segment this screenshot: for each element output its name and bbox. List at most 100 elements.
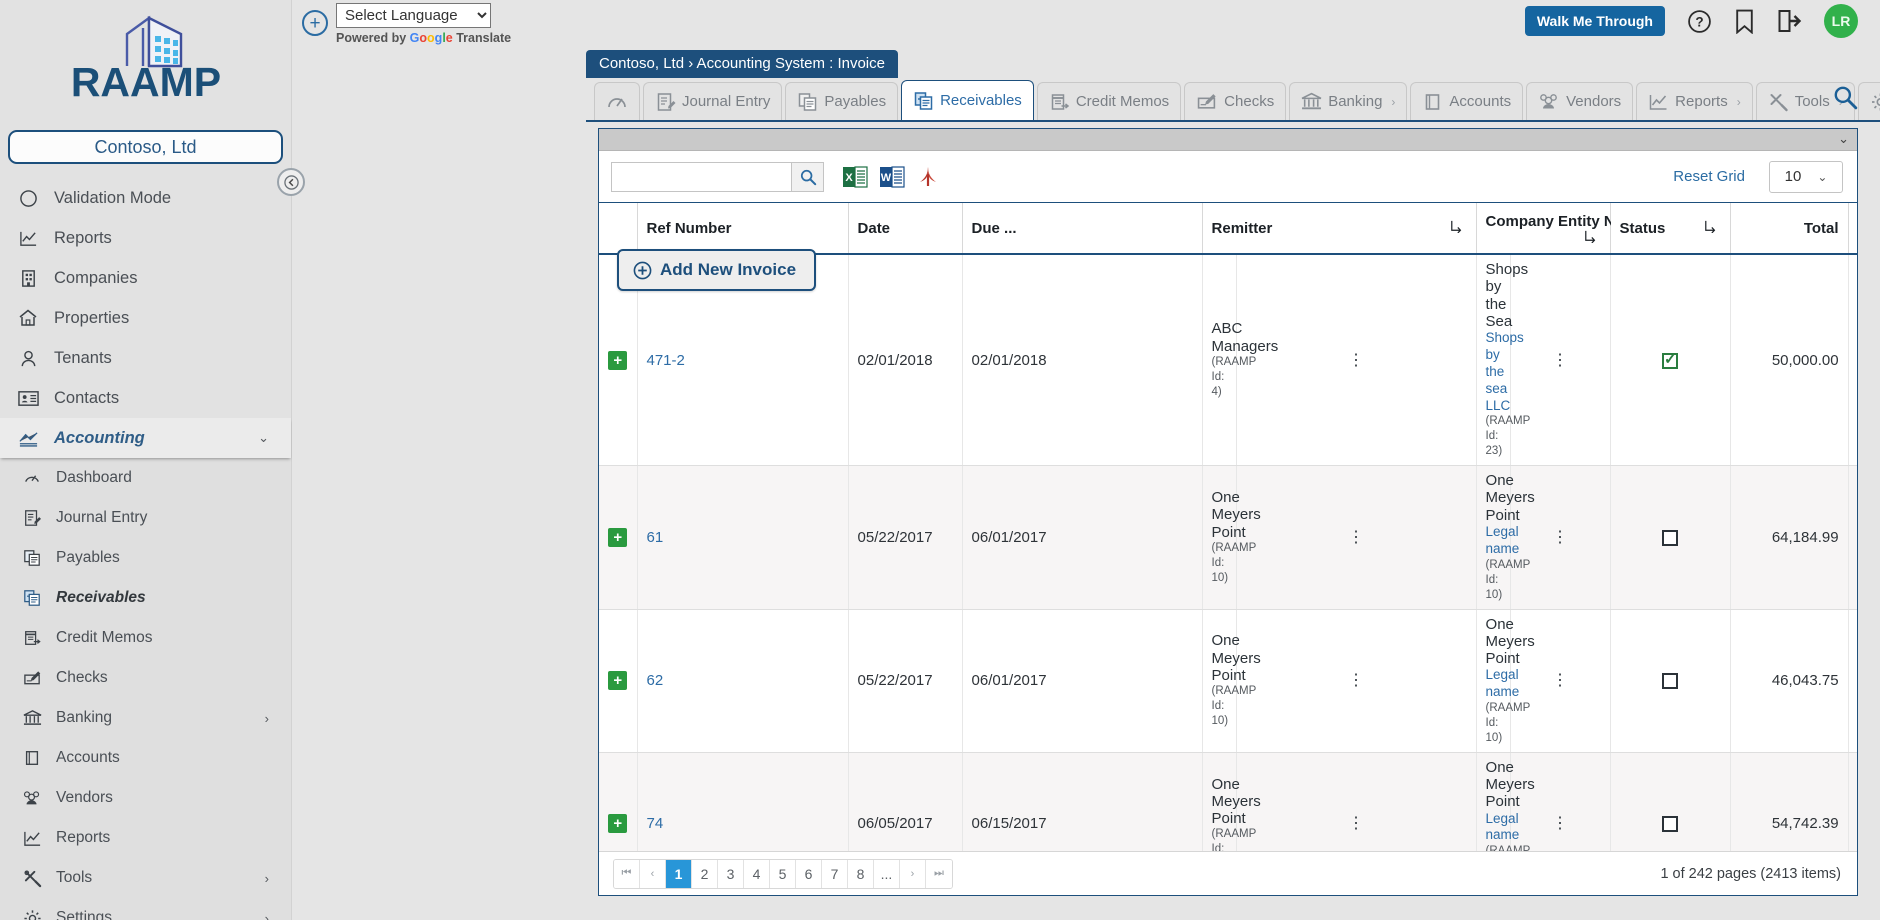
entity-kebab-menu[interactable]: ⋮ [1552,815,1568,832]
sidebar-item-payables[interactable]: Payables [0,538,291,578]
ref-number-link[interactable]: 471-2 [647,352,685,369]
pager-prev[interactable]: ‹ [640,859,666,888]
remitter-kebab-menu[interactable]: ⋮ [1348,672,1364,689]
tab-payables[interactable]: Payables [785,82,899,120]
sidebar-collapse-button[interactable] [277,168,305,196]
search-input[interactable] [611,161,791,192]
ref-number-link[interactable]: 74 [647,815,664,832]
global-search-icon[interactable] [1832,84,1858,115]
tab-receivables[interactable]: Receivables [901,80,1034,120]
col-due-date[interactable]: Due ... [962,203,1203,255]
tab-reports[interactable]: Reports › [1636,82,1753,120]
tab-vendors[interactable]: Vendors [1526,82,1634,120]
pager-page-2[interactable]: 2 [692,859,718,888]
pager-page-8[interactable]: 8 [848,859,874,888]
pager-next[interactable]: › [900,859,926,888]
status-cell[interactable] [1610,465,1731,610]
status-checkbox[interactable] [1662,350,1679,369]
pager-page-6[interactable]: 6 [796,859,822,888]
col-ref-number[interactable]: Ref Number [637,203,849,255]
entity-kebab-menu[interactable]: ⋮ [1552,352,1568,369]
status-checkbox[interactable] [1662,529,1679,546]
entity-kebab-menu[interactable]: ⋮ [1552,529,1568,546]
status-checkbox[interactable] [1662,816,1679,833]
expand-row-button[interactable]: + [608,814,628,834]
question-circle-icon[interactable]: ? [1687,9,1712,34]
walk-me-through-button[interactable]: Walk Me Through [1524,6,1665,36]
remitter-menu-cell[interactable]: ⋮ [1236,254,1477,467]
chevron-right-icon[interactable]: › [265,911,269,920]
tab-checks[interactable]: Checks [1184,82,1287,120]
chevron-down-icon[interactable]: ⌄ [258,430,269,446]
sort-icon[interactable] [1449,220,1462,233]
sidebar-item-dashboard[interactable]: Dashboard [0,458,291,498]
avatar[interactable]: LR [1824,4,1858,38]
entity-menu-cell[interactable]: ⋮ [1510,465,1611,610]
pager-page-4[interactable]: 4 [744,859,770,888]
remitter-menu-cell[interactable]: ⋮ [1236,752,1477,851]
expand-cell[interactable]: + [599,752,638,851]
remitter-kebab-menu[interactable]: ⋮ [1348,352,1364,369]
sidebar-item-receivables[interactable]: Receivables [0,578,291,618]
ref-number-cell[interactable]: 62 [637,609,849,753]
expand-plus-icon[interactable]: + [302,10,328,36]
table-row[interactable]: +74 06/05/2017 06/15/2017 One Meyers Point(… [599,752,1857,851]
sidebar-item-companies[interactable]: Companies [0,258,291,298]
entity-menu-cell[interactable]: ⋮ [1510,609,1611,753]
tab-banking[interactable]: Banking › [1289,82,1408,120]
pager-page-5[interactable]: 5 [770,859,796,888]
remitter-kebab-menu[interactable]: ⋮ [1348,529,1364,546]
pager-page-1[interactable]: 1 [666,859,692,888]
entity-menu-cell[interactable]: ⋮ [1510,752,1611,851]
sidebar-item-settings[interactable]: Settings › [0,898,291,920]
pager-last[interactable]: ⏭ [926,859,952,888]
ref-number-cell[interactable]: 74 [637,752,849,851]
search-button[interactable] [791,161,824,192]
expand-cell[interactable]: + [599,465,638,610]
col-open[interactable]: Open [1848,203,1857,255]
logout-icon[interactable] [1777,9,1802,33]
remitter-menu-cell[interactable]: ⋮ [1236,609,1477,753]
company-selector[interactable]: Contoso, Ltd [8,130,283,164]
ref-number-cell[interactable]: 61 [637,465,849,610]
chevron-right-icon[interactable]: › [1391,95,1395,109]
chevron-right-icon[interactable]: › [1737,95,1741,109]
status-cell[interactable] [1610,609,1731,753]
pager-page-7[interactable]: 7 [822,859,848,888]
remitter-kebab-menu[interactable]: ⋮ [1348,815,1364,832]
status-checkbox[interactable] [1662,673,1679,690]
pager-page-3[interactable]: 3 [718,859,744,888]
sidebar-item-properties[interactable]: Properties [0,298,291,338]
status-cell[interactable] [1610,752,1731,851]
col-status[interactable]: Status [1610,203,1731,255]
excel-export-icon[interactable]: X [842,164,868,190]
ref-number-link[interactable]: 61 [647,529,664,546]
expand-row-button[interactable]: + [608,350,628,370]
chevron-right-icon[interactable]: › [265,711,269,726]
sidebar-item-tools[interactable]: Tools › [0,858,291,898]
tab-accounts[interactable]: Accounts [1410,82,1524,120]
language-select[interactable]: Select Language [336,3,491,28]
expand-cell[interactable]: + [599,609,638,753]
sidebar-item-validation-mode[interactable]: Validation Mode [0,178,291,218]
sidebar-item-contacts[interactable]: Contacts [0,378,291,418]
sort-icon[interactable] [1703,220,1716,233]
sidebar-item-accounting-reports[interactable]: Reports [0,818,291,858]
tab-settings[interactable]: Settings › [1857,82,1880,120]
chevron-down-icon[interactable]: ⌄ [1838,131,1849,147]
bookmark-icon[interactable] [1734,9,1755,34]
col-date[interactable]: Date [848,203,963,255]
brand-logo[interactable]: RAAMP [0,0,291,128]
sidebar-item-tenants[interactable]: Tenants [0,338,291,378]
pdf-export-icon[interactable] [916,164,940,190]
pager-page-...[interactable]: ... [874,859,900,888]
col-company-entity-name[interactable]: Company Entity Name [1476,203,1645,255]
page-size-select[interactable]: 10 ⌄ [1769,160,1843,193]
entity-kebab-menu[interactable]: ⋮ [1552,672,1568,689]
add-new-invoice-button[interactable]: Add New Invoice [617,249,817,291]
col-remitter[interactable]: Remitter [1202,203,1477,255]
reset-grid-button[interactable]: Reset Grid [1673,168,1745,185]
sidebar-item-accounting[interactable]: Accounting ⌄ [0,418,291,458]
remitter-menu-cell[interactable]: ⋮ [1236,465,1477,610]
tab-journal-entry[interactable]: Journal Entry [643,82,783,120]
